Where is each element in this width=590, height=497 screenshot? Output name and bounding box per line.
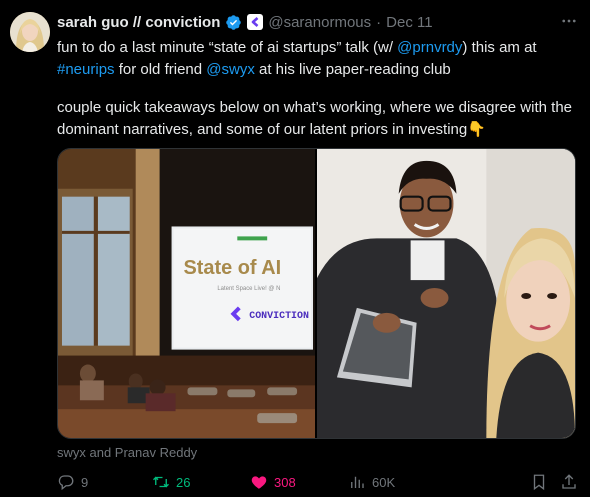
conviction-logo-icon[interactable] <box>247 14 264 30</box>
action-bar: 9 26 308 60K <box>57 472 578 492</box>
reply-icon <box>58 475 74 491</box>
retweet-count: 26 <box>176 474 191 490</box>
slide-subtitle: Latent Space Live! @ N <box>217 286 280 292</box>
views-count: 60K <box>372 474 396 490</box>
tweet-paragraph-1: fun to do a last minute “state of ai sta… <box>57 37 577 81</box>
media-caption: swyx and Pranav Reddy <box>57 445 198 460</box>
separator-dot: · <box>376 13 382 31</box>
mention-prnvrdy[interactable]: @prnvrdy <box>397 39 462 56</box>
slide-logo-text: CONVICTION <box>249 310 309 321</box>
bookmark-button[interactable] <box>530 473 548 491</box>
views-button[interactable]: 60K <box>348 473 443 491</box>
reply-button[interactable]: 9 <box>57 473 152 491</box>
tweet-date[interactable]: Dec 11 <box>386 14 432 31</box>
mention-swyx[interactable]: @swyx <box>206 61 255 78</box>
tweet-text-segment: fun to do a last minute “state of ai sta… <box>57 39 398 56</box>
like-count: 308 <box>274 474 296 490</box>
selfie-image <box>317 149 575 438</box>
retweet-button[interactable]: 26 <box>152 473 250 491</box>
more-icon[interactable] <box>560 12 578 35</box>
tweet-text-segment: ) this am at <box>462 39 537 56</box>
tweet-paragraph-2: couple quick takeaways below on what’s w… <box>57 97 577 141</box>
author-name[interactable]: sarah guo // conviction <box>57 14 220 31</box>
hashtag-neurips[interactable]: #neurips <box>57 61 115 78</box>
media-grid: State of AI Latent Space Live! @ N CONVI… <box>57 148 576 439</box>
slide-title: State of AI <box>184 257 282 279</box>
tweet-text: fun to do a last minute “state of ai sta… <box>57 37 577 141</box>
avatar[interactable] <box>10 12 50 52</box>
profile-photo <box>10 12 50 52</box>
reply-count: 9 <box>81 474 89 490</box>
views-chart-icon <box>351 476 364 488</box>
tweet-text-segment: couple quick takeaways below on what’s w… <box>57 99 573 138</box>
heart-icon <box>251 476 267 489</box>
retweet-icon <box>153 476 169 488</box>
pointing-down-emoji: 👇 <box>467 121 486 138</box>
share-button[interactable] <box>560 473 578 491</box>
tweet-header: sarah guo // conviction @saranormous · D… <box>57 12 578 32</box>
lecture-hall-image: State of AI Latent Space Live! @ N CONVI… <box>58 149 315 438</box>
bookmark-icon <box>533 474 545 491</box>
tweet-text-segment: for old friend <box>114 61 207 78</box>
verified-badge-icon[interactable] <box>225 14 242 31</box>
author-handle[interactable]: @saranormous <box>268 14 371 31</box>
tweet-text-segment: at his live paper-reading club <box>254 61 451 78</box>
like-button[interactable]: 308 <box>250 473 348 491</box>
photo-selfie[interactable] <box>317 149 575 438</box>
photo-lecture-hall[interactable]: State of AI Latent Space Live! @ N CONVI… <box>58 149 315 438</box>
share-icon <box>562 474 576 489</box>
